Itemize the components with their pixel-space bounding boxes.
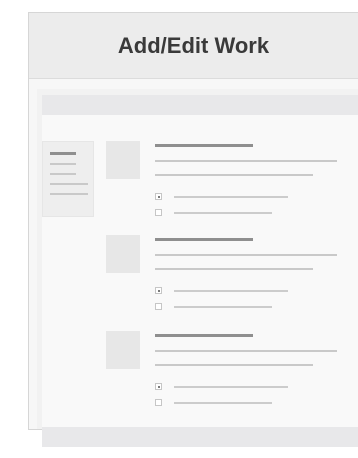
sidebar-line (50, 193, 88, 195)
work-item-text-line (155, 160, 337, 162)
work-item-title-line (155, 238, 253, 241)
work-item-thumbnail[interactable] (106, 235, 140, 273)
sidebar-panel (42, 141, 94, 217)
work-item-text-line (155, 364, 313, 366)
window-titlebar: Add/Edit Work (29, 13, 358, 79)
window-title: Add/Edit Work (117, 33, 270, 58)
sidebar-line (50, 183, 88, 185)
checkbox-label-line (174, 196, 288, 198)
work-item-checkbox-checked[interactable] (155, 383, 162, 390)
work-item-checkbox-checked[interactable] (155, 193, 162, 200)
checkbox-label-line (174, 386, 288, 388)
work-item-text-line (155, 350, 337, 352)
checkbox-label-line (174, 290, 288, 292)
work-item-title-line (155, 334, 253, 337)
checkbox-label-line (174, 212, 272, 214)
checkbox-label-line (174, 306, 272, 308)
footer-bar (42, 427, 358, 447)
work-item-thumbnail[interactable] (106, 141, 140, 179)
content-area (37, 89, 358, 447)
work-item-text-line (155, 254, 337, 256)
add-edit-work-window: Add/Edit Work (28, 12, 358, 447)
work-item-title-line (155, 144, 253, 147)
work-item-text-line (155, 268, 313, 270)
content-panel (42, 95, 358, 447)
work-item-checkbox[interactable] (155, 399, 162, 406)
sidebar-line (50, 173, 76, 175)
work-item-checkbox[interactable] (155, 303, 162, 310)
sidebar-line (50, 152, 76, 155)
header-bar (42, 95, 358, 115)
checkbox-label-line (174, 402, 272, 404)
work-item-thumbnail[interactable] (106, 331, 140, 369)
work-item-checkbox[interactable] (155, 209, 162, 216)
work-item-text-line (155, 174, 313, 176)
work-item-checkbox-checked[interactable] (155, 287, 162, 294)
sidebar-line (50, 163, 76, 165)
